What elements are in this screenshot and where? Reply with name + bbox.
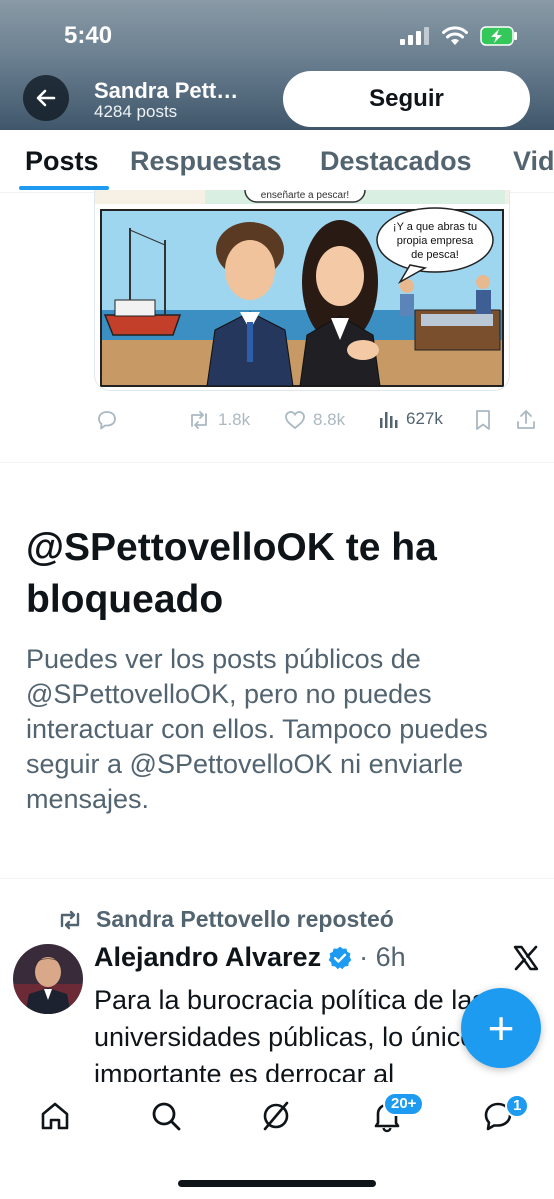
- repost-button[interactable]: 1.8k: [186, 408, 250, 432]
- reply-icon: [98, 411, 116, 430]
- repost-icon: [60, 910, 80, 929]
- back-button[interactable]: [23, 75, 69, 121]
- reposted-by-text: Sandra Pettovello reposteó: [96, 906, 394, 932]
- share-button[interactable]: [514, 408, 538, 432]
- speech-bubble-line2: propia empresa: [397, 235, 474, 247]
- cellular-signal-icon: [400, 27, 429, 45]
- top-bubble-text: enseñarte a pescar!: [261, 190, 349, 201]
- compose-post-button[interactable]: +: [461, 988, 541, 1068]
- status-time: 5:40: [64, 22, 113, 49]
- share-icon: [517, 410, 535, 429]
- bookmark-button[interactable]: [472, 408, 494, 432]
- search-icon: [152, 1102, 181, 1131]
- x-logo-icon: [512, 944, 540, 972]
- messages-badge: 1: [505, 1094, 530, 1118]
- tab-respuestas[interactable]: Respuestas: [130, 146, 282, 177]
- nav-search[interactable]: [146, 1096, 186, 1136]
- wifi-icon: [442, 26, 468, 45]
- nav-home[interactable]: [35, 1096, 75, 1136]
- bookmark-icon: [476, 410, 490, 430]
- verified-badge-icon: [328, 946, 352, 969]
- heart-icon: [285, 411, 305, 430]
- like-count: 8.8k: [313, 410, 346, 429]
- tab-destacados[interactable]: Destacados: [320, 146, 472, 177]
- repost-indicator[interactable]: Sandra Pettovello reposteó: [56, 906, 394, 933]
- status-icons: [400, 26, 518, 46]
- blocked-title: @SPettovelloOK te ha bloqueado: [26, 526, 437, 621]
- speech-bubble-line1: ¡Y a que abras tu: [393, 221, 477, 233]
- tab-posts[interactable]: Posts: [25, 146, 99, 177]
- home-indicator[interactable]: [178, 1180, 376, 1187]
- post-media[interactable]: enseñarte a pescar! ¡Y a que abras tu pr…: [94, 190, 510, 391]
- avatar-image: [13, 944, 83, 1014]
- arrow-left-icon: [36, 89, 56, 107]
- repost-icon: [191, 411, 207, 429]
- post-action-bar: 1.8k 8.8k 627k: [0, 408, 554, 438]
- divider: [0, 462, 554, 463]
- follow-button[interactable]: Seguir: [283, 71, 530, 127]
- like-button[interactable]: 8.8k: [283, 408, 345, 432]
- views-button[interactable]: 627k: [378, 408, 443, 430]
- speech-bubble-line3: de pesca!: [411, 249, 459, 261]
- avatar[interactable]: [13, 944, 83, 1014]
- view-count: 627k: [406, 409, 443, 428]
- blocked-description: Puedes ver los posts públicos de @SPetto…: [26, 644, 488, 814]
- home-icon: [41, 1102, 69, 1130]
- comic-illustration: enseñarte a pescar! ¡Y a que abras tu pr…: [95, 190, 509, 387]
- profile-name: Sandra Pett…: [94, 78, 239, 103]
- profile-tabs: Posts Respuestas Destacados Vid: [0, 130, 554, 193]
- notifications-badge: 20+: [383, 1092, 425, 1116]
- repost-count: 1.8k: [218, 410, 251, 429]
- grok-icon: [263, 1101, 289, 1131]
- post-count: 4284 posts: [94, 102, 178, 121]
- plus-icon: +: [487, 1002, 515, 1054]
- battery-charging-icon: [480, 26, 517, 46]
- bar-chart-icon: [380, 412, 398, 428]
- tweet-time: · 6h: [359, 942, 406, 972]
- nav-grok[interactable]: [256, 1096, 296, 1136]
- author-name[interactable]: Alejandro Alvarez: [94, 942, 321, 973]
- profile-header: 5:40 Sandra Pett… 4284 posts Seguir: [0, 0, 554, 130]
- reply-button[interactable]: [95, 408, 119, 432]
- tab-videos[interactable]: Vid: [513, 146, 554, 177]
- divider: [0, 878, 554, 879]
- tweet-author-line: Alejandro Alvarez · 6h: [94, 942, 406, 973]
